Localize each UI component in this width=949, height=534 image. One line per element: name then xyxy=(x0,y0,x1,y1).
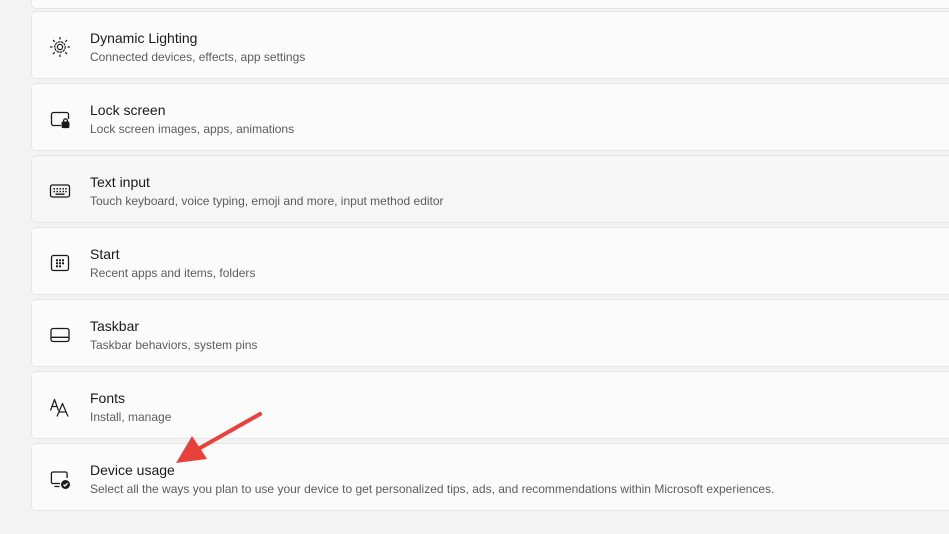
settings-item-subtitle: Touch keyboard, voice typing, emoji and … xyxy=(90,194,444,208)
settings-item-taskbar[interactable]: Taskbar Taskbar behaviors, system pins xyxy=(31,299,949,367)
fonts-icon xyxy=(49,396,71,418)
settings-item-subtitle: Lock screen images, apps, animations xyxy=(90,122,295,136)
settings-item-text-input[interactable]: Text input Touch keyboard, voice typing,… xyxy=(31,155,949,223)
settings-item-subtitle: Taskbar behaviors, system pins xyxy=(90,338,258,352)
settings-item-subtitle: Select all the ways you plan to use your… xyxy=(90,482,775,496)
settings-item-start[interactable]: Start Recent apps and items, folders xyxy=(31,227,949,295)
settings-item-title: Dynamic Lighting xyxy=(90,30,198,46)
keyboard-icon xyxy=(49,180,71,202)
settings-item-title: Device usage xyxy=(90,462,175,478)
settings-item-title: Start xyxy=(90,246,120,262)
settings-item-device-usage[interactable]: Device usage Select all the ways you pla… xyxy=(31,443,949,511)
settings-item-title: Text input xyxy=(90,174,150,190)
settings-item-subtitle: Install, manage xyxy=(90,410,172,424)
settings-item-title: Fonts xyxy=(90,390,126,406)
settings-card-partial[interactable] xyxy=(31,0,949,9)
settings-item-subtitle: Recent apps and items, folders xyxy=(90,266,256,280)
settings-item-lock-screen[interactable]: Lock screen Lock screen images, apps, an… xyxy=(31,83,949,151)
start-icon xyxy=(49,252,71,274)
settings-item-dynamic-lighting[interactable]: Dynamic Lighting Connected devices, effe… xyxy=(31,11,949,79)
settings-item-title: Taskbar xyxy=(90,318,140,334)
lock-screen-icon xyxy=(49,108,71,130)
settings-item-subtitle: Connected devices, effects, app settings xyxy=(90,50,306,64)
settings-item-title: Lock screen xyxy=(90,102,166,118)
taskbar-icon xyxy=(49,324,71,346)
device-usage-icon xyxy=(49,468,71,490)
settings-item-fonts[interactable]: Fonts Install, manage xyxy=(31,371,949,439)
dynamic-lighting-icon xyxy=(49,36,71,58)
